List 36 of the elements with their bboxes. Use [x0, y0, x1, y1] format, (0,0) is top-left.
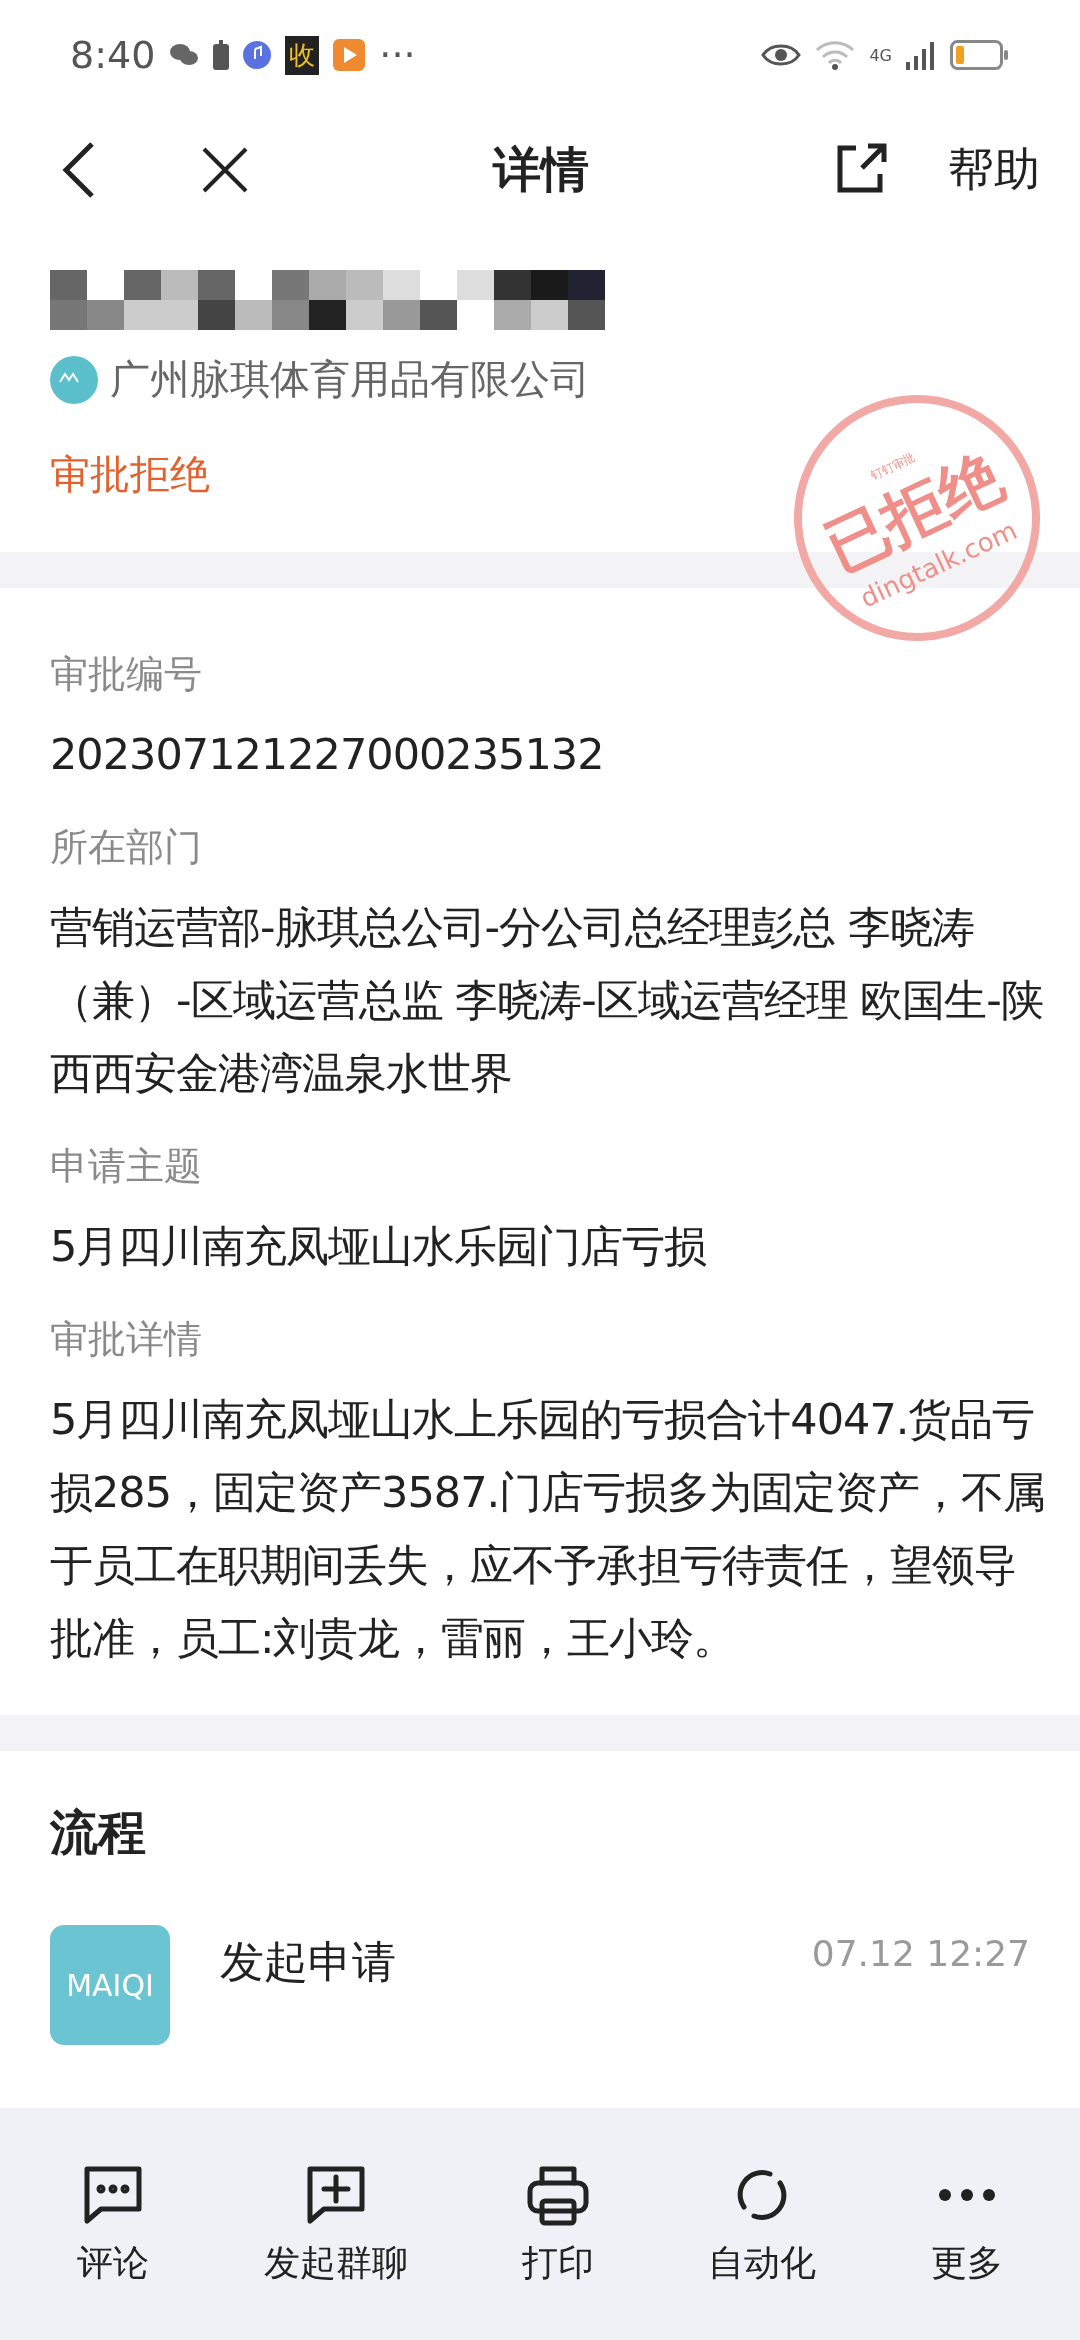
network-type: 4G: [869, 45, 892, 65]
approval-status: 审批拒绝: [50, 450, 210, 499]
play-app-icon: [333, 39, 366, 71]
app-badge: 收: [285, 35, 320, 75]
music-app-icon: [243, 41, 272, 69]
field-value: 5月四川南充凤垭山水乐园门店亏损: [50, 1220, 708, 1273]
company-name: 广州脉琪体育用品有限公司: [110, 355, 590, 404]
step-time: 07.12 12:27: [811, 1933, 1030, 1976]
action-button[interactable]: 打印: [515, 2108, 600, 2340]
close-button[interactable]: [200, 145, 250, 195]
action-button[interactable]: 自动化: [702, 2108, 823, 2340]
field-value: 5月四川南充凤垭山水上乐园的亏损合计4047.货品亏损285，固定资产3587.门店亏损多为固定资产，不属于员工在职期间丢失，应不予承担亏待责任，望领导批准，员工:刘贵龙，雷丽，王小玲。: [50, 1393, 1047, 1665]
help-button[interactable]: 帮助: [948, 139, 1040, 201]
step-action: 发起申请: [220, 1935, 396, 1989]
action-button[interactable]: 更多: [924, 2108, 1009, 2340]
page-title: 详情: [491, 140, 590, 199]
chat-bubbles-icon: [169, 42, 200, 68]
more-icon: [938, 2189, 995, 2201]
eye-icon: [761, 42, 802, 68]
field-label: 审批详情: [50, 1316, 203, 1363]
battery-icon: [950, 40, 1010, 70]
applicant-avatar: MAIQI: [50, 1925, 170, 2045]
action-button[interactable]: 发起群聊: [257, 2108, 414, 2340]
signal-icon: [906, 40, 936, 70]
field-value: 202307121227000235132: [50, 728, 605, 781]
action-button[interactable]: 评论: [71, 2108, 156, 2340]
wifi-icon: [815, 40, 856, 70]
section-title: 流程: [49, 1803, 147, 1862]
company-logo-icon: [50, 355, 98, 404]
more-notifications: ···: [379, 33, 416, 77]
field-label: 所在部门: [50, 824, 203, 871]
status-time: 8:40: [70, 33, 156, 77]
field-label: 申请主题: [50, 1143, 203, 1190]
field-value: 营销运营部-脉琪总公司-分公司总经理彭总 李晓涛（兼）-区域运营总监 李晓涛-区域运营经理 欧国生-陕西西安金港湾温泉水世界: [50, 901, 1044, 1100]
field-label: 审批编号: [50, 651, 203, 698]
alert-battery-icon: [213, 40, 230, 70]
